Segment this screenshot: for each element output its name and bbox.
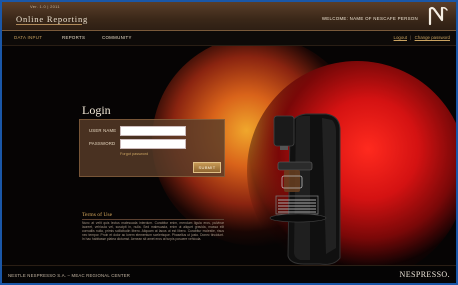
title-divider bbox=[16, 24, 82, 25]
welcome-text: WELCOME: NAME OF NESCAFE PERSON bbox=[321, 16, 418, 21]
header-bar: Ver. 1.0 | 2011 Online Reporting WELCOME… bbox=[2, 2, 456, 31]
espresso-machine-image bbox=[269, 113, 341, 265]
main-nav: DATA INPUT REPORTS COMMUNITY Logout | Ch… bbox=[2, 31, 456, 46]
footer-company: NESTLE NESPRESSO S.A. – MEAC REGIONAL CE… bbox=[8, 273, 131, 278]
app-title: Online Reporting bbox=[16, 14, 89, 24]
logout-link[interactable]: Logout bbox=[394, 35, 407, 40]
username-field[interactable] bbox=[120, 126, 186, 136]
account-links: Logout | Change password bbox=[394, 35, 450, 40]
version-label: Ver. 1.0 | 2011 bbox=[30, 4, 60, 9]
app-window: Ver. 1.0 | 2011 Online Reporting WELCOME… bbox=[2, 2, 456, 283]
password-label: PASSWORD bbox=[89, 141, 116, 146]
nav-community[interactable]: COMMUNITY bbox=[102, 35, 132, 40]
terms-title: Terms of Use bbox=[82, 212, 113, 218]
forgot-password-link[interactable]: Forgot password bbox=[120, 152, 148, 156]
password-field[interactable] bbox=[120, 139, 186, 149]
nav-reports[interactable]: REPORTS bbox=[62, 35, 85, 40]
terms-divider bbox=[82, 219, 224, 220]
link-separator: | bbox=[410, 35, 412, 40]
submit-button[interactable]: SUBMIT bbox=[193, 162, 221, 173]
terms-text: Nunc at velit quis lectus malesuada inte… bbox=[82, 221, 224, 242]
nespresso-n-logo-icon bbox=[428, 6, 448, 26]
hero-area: Login USER NAME PASSWORD Forgot password… bbox=[2, 46, 456, 265]
footer-bar: NESTLE NESPRESSO S.A. – MEAC REGIONAL CE… bbox=[2, 265, 456, 283]
nespresso-wordmark: NESPRESSO. bbox=[399, 270, 450, 279]
username-label: USER NAME bbox=[89, 128, 117, 133]
login-title: Login bbox=[82, 103, 111, 117]
login-form: USER NAME PASSWORD Forgot password SUBMI… bbox=[79, 119, 225, 177]
change-password-link[interactable]: Change password bbox=[415, 35, 450, 40]
nav-data-input[interactable]: DATA INPUT bbox=[14, 35, 42, 40]
